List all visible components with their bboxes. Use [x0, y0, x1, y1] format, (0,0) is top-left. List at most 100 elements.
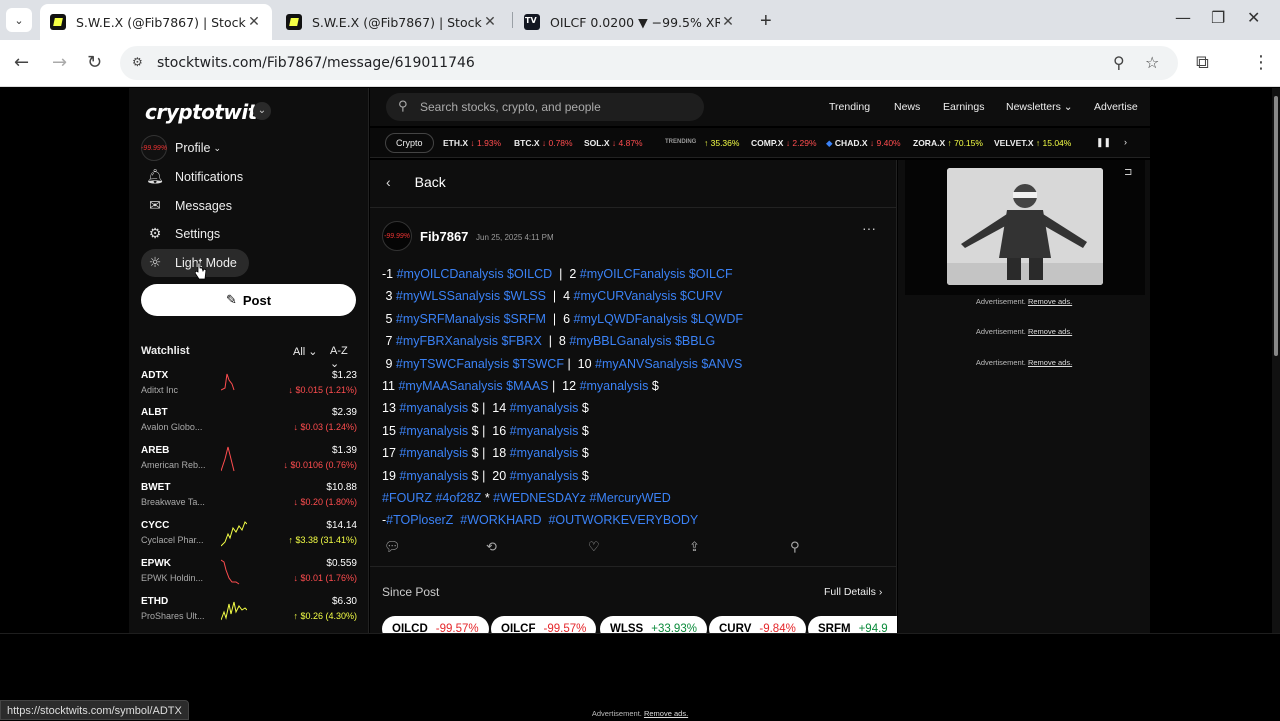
extensions-icon[interactable]: ⧉ — [1196, 52, 1209, 73]
reply-icon[interactable]: 💬︎ — [384, 540, 401, 555]
sidebar-item-notifications[interactable]: 🔔︎ Notifications — [141, 163, 243, 191]
hashtag-link[interactable]: #myOILCDanalysis $OILCD — [397, 267, 553, 281]
ticker-item[interactable]: SOL.X ↓ 4.87% — [584, 138, 643, 148]
ticker-item[interactable]: BTC.X ↓ 0.78% — [514, 138, 573, 148]
post-button[interactable]: ✎ Post — [141, 284, 356, 316]
hashtag-link[interactable]: #mySRFManalysis $SRFM — [396, 312, 546, 326]
url-text[interactable]: stocktwits.com/Fib7867/message/619011746 — [157, 55, 475, 71]
search-icon[interactable]: ⚲ — [790, 540, 800, 555]
reload-icon[interactable]: ↻ — [87, 52, 102, 73]
ticker-item[interactable]: COMP.X ↓ 2.29% — [751, 138, 817, 148]
post-text: 7 — [382, 334, 396, 348]
sidebar-item-profile[interactable]: -99.99% Profile ⌄ — [141, 134, 221, 162]
hashtag-link[interactable]: #myanalysis — [510, 424, 579, 438]
nav-trending[interactable]: Trending — [829, 101, 870, 113]
nav-newsletters[interactable]: Newsletters ⌄ — [1006, 101, 1073, 113]
share-icon[interactable]: ⇪ — [689, 540, 700, 555]
right-rail: ⊐ Advertisement. Remove ads. Advertiseme… — [898, 160, 1150, 633]
hashtag-link[interactable]: #myanalysis — [510, 446, 579, 460]
hashtag-link[interactable]: #myanalysis — [580, 379, 649, 393]
hashtag-link[interactable]: #myanalysis — [399, 424, 468, 438]
ticker-item[interactable]: ◆ CHAD.X ↓ 9.40% — [826, 138, 901, 149]
ticker-item[interactable]: VELVET.X ↑ 15.04% — [994, 138, 1071, 148]
video-ad[interactable]: ⊐ — [905, 160, 1145, 295]
full-details-link[interactable]: Full Details › — [824, 586, 882, 598]
nav-news[interactable]: News — [894, 101, 920, 113]
nav-earnings[interactable]: Earnings — [943, 101, 984, 113]
hashtag-link[interactable]: #myTSWCFanalysis $TSWCF — [396, 357, 564, 371]
tab-2[interactable]: S.W.E.X (@Fib7867) | Stocktwi ✕ — [276, 4, 508, 40]
ticker-item[interactable]: ↑ 35.36% — [704, 138, 739, 148]
more-options-icon[interactable]: ··· — [862, 220, 876, 236]
author-avatar[interactable]: -99.99% — [382, 221, 412, 251]
close-tab-icon[interactable]: ✕ — [482, 14, 498, 30]
author-name[interactable]: Fib7867 — [420, 229, 468, 244]
menu-kebab-icon[interactable]: ⋮ — [1252, 52, 1270, 73]
hashtag-link[interactable]: #myanalysis — [399, 446, 468, 460]
forward-arrow-icon[interactable]: → — [52, 52, 67, 73]
hashtag-link[interactable]: #myBBLGanalysis $BBLG — [569, 334, 715, 348]
ticker-item[interactable]: ETH.X ↓ 1.93% — [443, 138, 501, 148]
new-tab-icon[interactable]: + — [760, 10, 772, 33]
remove-ads-link[interactable]: Remove ads. — [1028, 358, 1072, 367]
maximize-icon[interactable]: ❐ — [1211, 8, 1225, 27]
close-window-icon[interactable]: ✕ — [1247, 8, 1260, 27]
hashtag-link[interactable]: #myFBRXanalysis $FBRX — [396, 334, 542, 348]
watchlist-row[interactable]: BWET Breakwave Ta... $10.88 ↓ $0.20 (1.8… — [141, 482, 357, 520]
like-heart-icon[interactable]: ♡ — [588, 540, 600, 555]
hashtag-link[interactable]: #myLQWDFanalysis $LQWDF — [574, 312, 743, 326]
hashtag-link[interactable]: #myWLSSanalysis $WLSS — [396, 289, 546, 303]
hashtag-link[interactable]: #myOILCFanalysis $OILCF — [580, 267, 733, 281]
remove-ads-link[interactable]: Remove ads. — [1028, 327, 1072, 336]
zoom-icon[interactable]: ⚲ — [1113, 53, 1125, 72]
fullscreen-icon[interactable]: ⊐ — [1124, 167, 1132, 178]
hashtag-link[interactable]: #myanalysis — [510, 469, 579, 483]
minimize-icon[interactable]: — — [1175, 8, 1191, 27]
tab-strip: ⌄ S.W.E.X (@Fib7867) | Stocktwi ✕ S.W.E.… — [0, 0, 1280, 40]
chevron-right-icon[interactable]: › — [1124, 137, 1127, 147]
hashtag-link[interactable]: #myMAASanalysis $MAAS — [398, 379, 548, 393]
tab-1[interactable]: S.W.E.X (@Fib7867) | Stocktwi ✕ — [40, 4, 272, 40]
back-arrow-icon[interactable]: ← — [14, 52, 29, 73]
ticker-item[interactable]: ZORA.X ↑ 70.15% — [913, 138, 983, 148]
close-tab-icon[interactable]: ✕ — [246, 14, 262, 30]
hashtag-link[interactable]: #myanalysis — [510, 401, 579, 415]
nav-advertise[interactable]: Advertise — [1094, 101, 1138, 113]
post-body-line: 9 #myTSWCFanalysis $TSWCF | 10 #myANVSan… — [382, 357, 742, 371]
watchlist-sort[interactable]: A-Z ⌄ — [330, 345, 357, 370]
watchlist-row[interactable]: AREB American Reb... $1.39 ↓ $0.0106 (0.… — [141, 445, 357, 483]
watchlist-filter[interactable]: All ⌄ — [293, 345, 318, 358]
ad-video-frame[interactable] — [947, 168, 1103, 285]
pause-icon[interactable]: ❚❚ — [1096, 137, 1111, 148]
hashtag-link[interactable]: #myanalysis — [399, 469, 468, 483]
tab-search-button[interactable]: ⌄ — [6, 8, 32, 32]
sidebar-item-settings[interactable]: ⚙ Settings — [141, 220, 220, 248]
logo[interactable]: cryptotwits — [145, 100, 269, 124]
hashtag-link[interactable]: #TOPloserZ #WORKHARD #OUTWORKEVERYBODY — [386, 513, 698, 527]
hashtag-link[interactable]: #FOURZ #4of28Z — [382, 491, 481, 505]
watchlist-row[interactable]: CYCC Cyclacel Phar... $14.14 ↑ $3.38 (31… — [141, 520, 357, 558]
omnibox[interactable]: ⚙ stocktwits.com/Fib7867/message/6190117… — [120, 46, 1178, 80]
hashtag-link[interactable]: #WEDNESDAYz #MercuryWED — [493, 491, 671, 505]
watchlist-row[interactable]: ALBT Avalon Globo... $2.39 ↓ $0.03 (1.24… — [141, 407, 357, 445]
sidebar-item-messages[interactable]: ✉ Messages — [141, 192, 232, 220]
ticker-category-pill[interactable]: Crypto — [385, 133, 434, 153]
watchlist-row[interactable]: ETHD ProShares Ult... $6.30 ↑ $0.26 (4.3… — [141, 596, 357, 634]
hashtag-link[interactable]: #myANVSanalysis $ANVS — [595, 357, 742, 371]
bookmark-star-icon[interactable]: ☆ — [1145, 53, 1159, 72]
hashtag-link[interactable]: #myanalysis — [399, 401, 468, 415]
search-input[interactable]: ⚲ Search stocks, crypto, and people — [386, 93, 704, 121]
remove-ads-link[interactable]: Remove ads. — [644, 709, 688, 718]
back-button[interactable]: ‹ Back — [386, 174, 446, 190]
reshare-icon[interactable]: ⟲ — [486, 540, 497, 555]
post-body-line: -#TOPloserZ #WORKHARD #OUTWORKEVERYBODY — [382, 513, 698, 527]
watchlist-row[interactable]: EPWK EPWK Holdin... $0.559 ↓ $0.01 (1.76… — [141, 558, 357, 596]
close-tab-icon[interactable]: ✕ — [720, 14, 736, 30]
hashtag-link[interactable]: #myCURVanalysis $CURV — [574, 289, 723, 303]
watchlist-row[interactable]: ADTX Aditxt Inc $1.23 ↓ $0.015 (1.21%) — [141, 370, 357, 408]
remove-ads-link[interactable]: Remove ads. — [1028, 297, 1072, 306]
chevron-down-icon[interactable]: ⌄ — [253, 102, 271, 120]
tab-3[interactable]: OILCF 0.0200 ▼ −99.5% XRP ra ✕ — [514, 4, 746, 40]
scrollbar-thumb[interactable] — [1274, 96, 1278, 356]
site-info-icon[interactable]: ⚙ — [132, 55, 148, 69]
